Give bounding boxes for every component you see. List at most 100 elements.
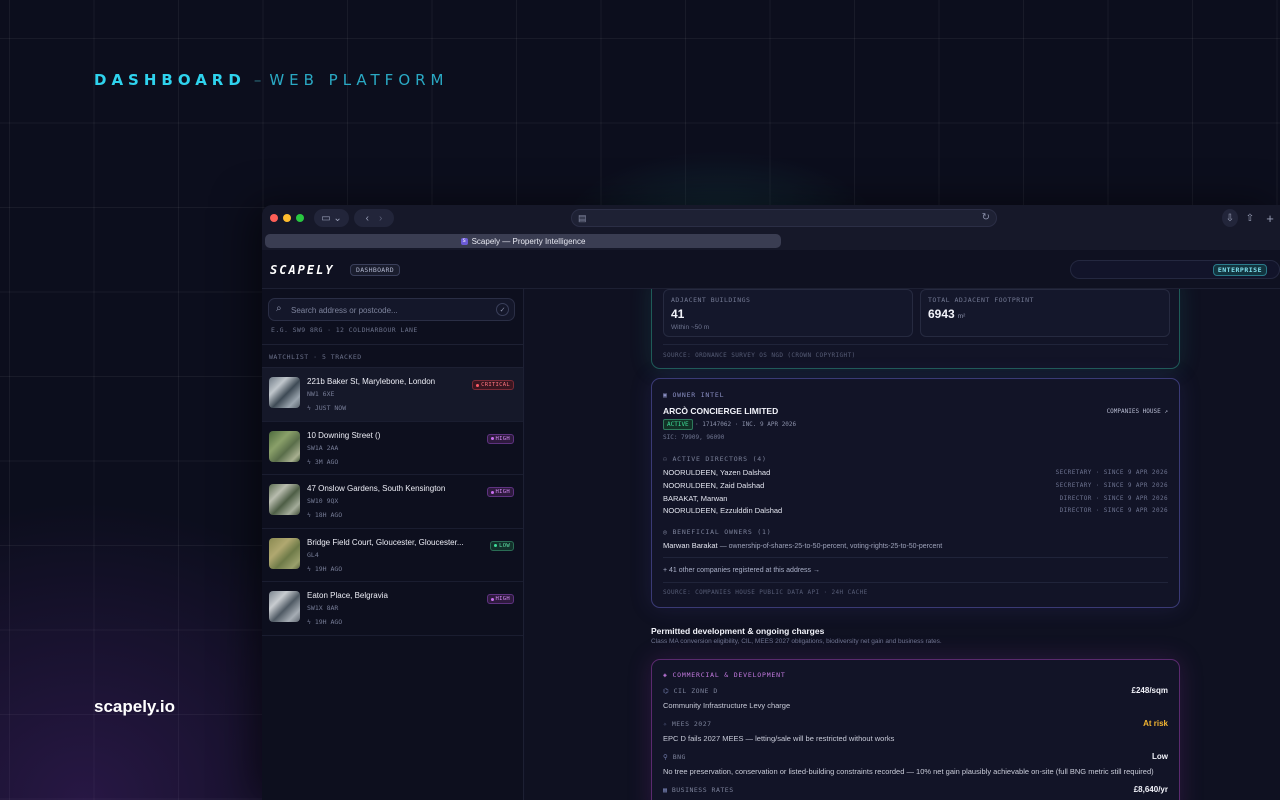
watchlist: 221b Baker St, Marylebone, London NW1 6X… — [262, 368, 523, 636]
severity-label: HIGH — [495, 489, 510, 495]
close-window-button[interactable] — [270, 214, 278, 222]
search-submit-icon[interactable]: ✓ — [496, 303, 509, 316]
watchlist-item-time-label: 18H AGO — [314, 511, 343, 519]
director-name: NOORULDEEN, Zaid Dalshad — [663, 480, 765, 490]
severity-label: HIGH — [495, 596, 510, 602]
commercial-title: COMMERCIAL & DEVELOPMENT — [672, 671, 786, 679]
owner-source: SOURCE: COMPANIES HOUSE PUBLIC DATA API … — [663, 589, 868, 596]
charge-description: Community Infrastructure Levy charge — [663, 701, 791, 710]
adjacent-buildings-card: ADJACENT BUILDINGS 41 Within ~50 m TOTAL… — [651, 289, 1180, 369]
property-thumbnail — [269, 591, 300, 622]
director-role: SECRETARY · SINCE 9 APR 2026 — [1055, 481, 1168, 489]
director-role: DIRECTOR · SINCE 9 APR 2026 — [1059, 494, 1168, 502]
watchlist-item-time: ϟ 19H AGO — [307, 618, 342, 626]
maximize-window-button[interactable] — [296, 214, 304, 222]
nav-buttons: ‹ › — [354, 209, 394, 227]
watchlist-item[interactable]: Eaton Place, Belgravia SW1X 8AR ϟ 19H AG… — [262, 582, 523, 636]
forward-icon[interactable]: › — [379, 213, 382, 224]
watchlist-item-title: Bridge Field Court, Gloucester, Gloucest… — [307, 537, 464, 547]
search-hint: E.G. SW9 8RG · 12 COLDHARBOUR LANE — [271, 326, 418, 334]
charge-description: No tree preservation, conservation or li… — [663, 767, 1154, 776]
bird-icon: ⚲ — [663, 753, 673, 761]
tab-title: Scapely — Property Intelligence — [471, 236, 586, 246]
severity-badge: HIGH — [486, 487, 514, 497]
stat-value: 41 — [671, 307, 685, 321]
site-url: scapely.io — [94, 697, 175, 716]
stat-label: ADJACENT BUILDINGS — [671, 296, 751, 304]
watchlist-item-title: 221b Baker St, Marylebone, London — [307, 377, 436, 386]
watchlist-item-title: Eaton Place, Belgravia — [307, 591, 388, 600]
owner-detail: — ownership-of-shares-25-to-50-percent, … — [719, 543, 943, 550]
divider — [663, 557, 1168, 558]
commercial-header: ◈ COMMERCIAL & DEVELOPMENT — [663, 671, 786, 679]
stat-sub: Within ~50 m — [671, 324, 710, 331]
sidebar-icon: ▭ ⌄ — [321, 212, 342, 224]
search-input[interactable] — [291, 303, 491, 317]
share-button[interactable]: ⇧ — [1242, 209, 1258, 227]
adjacent-footprint-stat: TOTAL ADJACENT FOOTPRINT 6943 m² — [920, 289, 1170, 337]
charge-value: £248/sqm — [1131, 686, 1168, 695]
scapely-favicon-icon: s — [460, 237, 468, 245]
permitted-title: Permitted development & ongoing charges — [651, 626, 825, 636]
activity-icon: ϟ — [307, 404, 315, 412]
companies-house-link[interactable]: COMPANIES HOUSE ↗ — [1107, 408, 1168, 415]
tag-icon: ⌬ — [663, 687, 674, 695]
watchlist-item[interactable]: Bridge Field Court, Gloucester, Gloucest… — [262, 529, 523, 582]
account-box[interactable]: ENTERPRISE — [1070, 260, 1280, 279]
severity-label: HIGH — [495, 435, 510, 442]
activity-icon: ϟ — [307, 457, 315, 466]
activity-icon: ϟ — [307, 511, 315, 519]
page-icon: ▤ — [578, 213, 587, 223]
footprint-unit: m² — [957, 313, 966, 320]
watchlist-item[interactable]: 221b Baker St, Marylebone, London NW1 6X… — [262, 368, 523, 422]
footprint-value: 6943 — [928, 307, 955, 321]
adjacent-source: SOURCE: ORDNANCE SURVEY OS NGD (CROWN CO… — [663, 352, 856, 359]
app-logo[interactable]: SCAPELY — [270, 263, 335, 277]
severity-label: CRITICAL — [481, 382, 510, 388]
new-tab-button[interactable]: + — [1262, 209, 1278, 227]
reload-icon[interactable]: ↻ — [982, 212, 990, 223]
company-name: ARCÒ CONCIERGE LIMITED — [663, 406, 779, 416]
divider — [663, 344, 1168, 345]
search-icon: ⌕ — [276, 303, 282, 314]
external-link-icon: ↗ — [1164, 408, 1168, 415]
watchlist-item-title: 47 Onslow Gardens, South Kensington — [307, 484, 446, 493]
severity-label: LOW — [499, 542, 510, 549]
stat-value: 6943 m² — [928, 307, 965, 321]
back-icon[interactable]: ‹ — [366, 213, 369, 224]
director-name: NOORULDEEN, Ezzulddin Dalshad — [663, 506, 783, 516]
watchlist-item[interactable]: 10 Downing Street () SW1A 2AA ϟ 3M AGO H… — [262, 422, 523, 475]
other-companies-link[interactable]: + 41 other companies registered at this … — [663, 567, 820, 574]
watchlist-item[interactable]: 47 Onslow Gardens, South Kensington SW10… — [262, 475, 523, 529]
address-bar[interactable]: ▤ ↻ — [571, 209, 997, 227]
stat-label: TOTAL ADJACENT FOOTPRINT — [928, 296, 1034, 304]
commercial-development-card: ◈ COMMERCIAL & DEVELOPMENT ⌬ CIL ZONE D … — [651, 659, 1180, 800]
watchlist-item-time: ϟ 18H AGO — [307, 511, 342, 519]
share-icon: ⇧ — [1245, 212, 1255, 224]
company-sic: SIC: 79909, 96090 — [663, 434, 725, 441]
plan-badge: ENTERPRISE — [1212, 264, 1267, 276]
status-badge: ACTIVE — [663, 419, 693, 430]
receipt-icon: ▦ — [663, 786, 672, 794]
sidebar-toggle-button[interactable]: ▭ ⌄ — [314, 209, 349, 227]
watchlist-item-time-label: JUST NOW — [314, 404, 347, 412]
permitted-subtitle: Class MA conversion eligibility, CIL, ME… — [651, 638, 942, 645]
watchlist-header-label: WATCHLIST · 5 TRACKED — [269, 353, 362, 361]
severity-dot — [494, 544, 498, 547]
page-headline: DASHBOARD – WEB PLATFORM — [94, 71, 449, 89]
owner-intel-card: ▣ OWNER INTEL ARCÒ CONCIERGE LIMITED COM… — [651, 378, 1180, 608]
charge-label: ⌬ CIL ZONE D — [663, 687, 718, 695]
download-button[interactable]: ⇩ — [1222, 209, 1238, 227]
company-meta: · 17147062 · INC. 9 APR 2026 — [695, 421, 797, 428]
charge-description: EPC D fails 2027 MEES — letting/sale wil… — [663, 734, 895, 743]
severity-dot — [490, 490, 494, 494]
property-thumbnail — [269, 484, 300, 515]
charge-label: ▦ BUSINESS RATES — [663, 786, 734, 794]
watchlist-item-postcode: SW1X 8AR — [307, 604, 339, 612]
watchlist-item-postcode: GL4 — [307, 550, 319, 559]
severity-badge: HIGH — [486, 594, 514, 604]
browser-tab[interactable]: s Scapely — Property Intelligence — [265, 234, 781, 248]
charge-label: ⚲ BNG — [663, 753, 686, 761]
minimize-window-button[interactable] — [283, 214, 291, 222]
director-role: DIRECTOR · SINCE 9 APR 2026 — [1059, 507, 1168, 515]
